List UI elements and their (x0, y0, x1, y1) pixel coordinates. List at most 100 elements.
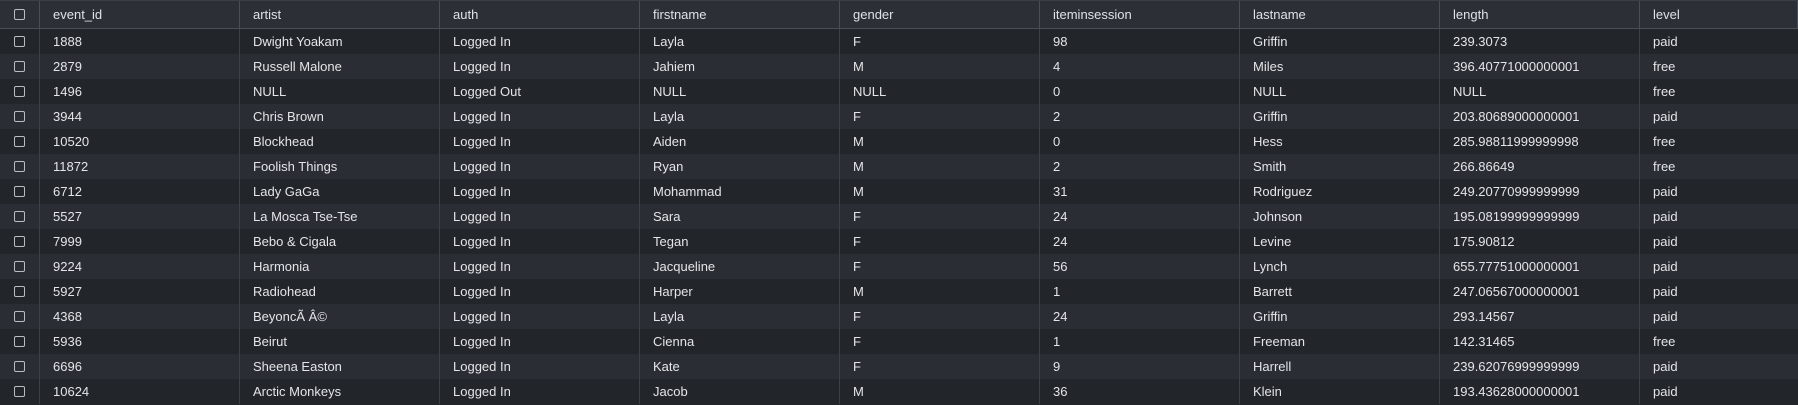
cell-iteminsession[interactable]: 24 (1040, 229, 1240, 254)
table-row[interactable]: 6712 Lady GaGa Logged In Mohammad M 31 Rodrigu… (0, 179, 1798, 204)
cell-iteminsession[interactable]: 1 (1040, 279, 1240, 304)
cell-gender[interactable]: F (840, 329, 1040, 354)
table-row[interactable]: 5527 La Mosca Tse-Tse Logged In Sara F 24 John… (0, 204, 1798, 229)
cell-iteminsession[interactable]: 4 (1040, 54, 1240, 79)
cell-firstname[interactable]: Layla (640, 104, 840, 129)
cell-firstname[interactable]: Kate (640, 354, 840, 379)
cell-lastname[interactable]: Hess (1240, 129, 1440, 154)
column-header-level[interactable]: level (1640, 1, 1798, 28)
cell-auth[interactable]: Logged In (440, 154, 640, 179)
cell-level[interactable]: paid (1640, 229, 1798, 254)
table-row[interactable]: 5927 Radiohead Logged In Harper M 1 Barrett 247… (0, 279, 1798, 304)
cell-length[interactable]: 249.20770999999999 (1440, 179, 1640, 204)
cell-iteminsession[interactable]: 24 (1040, 204, 1240, 229)
cell-artist[interactable]: Foolish Things (240, 154, 440, 179)
table-row[interactable]: 5936 Beirut Logged In Cienna F 1 Freeman 142.31… (0, 329, 1798, 354)
cell-artist[interactable]: Harmonia (240, 254, 440, 279)
cell-firstname[interactable]: Ryan (640, 154, 840, 179)
cell-firstname[interactable]: Jahiem (640, 54, 840, 79)
cell-lastname[interactable]: Griffin (1240, 104, 1440, 129)
cell-artist[interactable]: Arctic Monkeys (240, 379, 440, 404)
cell-event-id[interactable]: 5927 (40, 279, 240, 304)
cell-iteminsession[interactable]: 56 (1040, 254, 1240, 279)
table-row[interactable]: 11872 Foolish Things Logged In Ryan M 2 Smith 2… (0, 154, 1798, 179)
table-row[interactable]: 1888 Dwight Yoakam Logged In Layla F 98 Griffi… (0, 29, 1798, 54)
row-select-checkbox[interactable] (14, 136, 25, 147)
cell-lastname[interactable]: Rodriguez (1240, 179, 1440, 204)
cell-artist[interactable]: Lady GaGa (240, 179, 440, 204)
cell-level[interactable]: paid (1640, 254, 1798, 279)
table-row[interactable]: 1496 NULL Logged Out NULL NULL 0 NULL NULL free (0, 79, 1798, 104)
table-row[interactable]: 10624 Arctic Monkeys Logged In Jacob M 36 Klei… (0, 379, 1798, 404)
cell-gender[interactable]: F (840, 304, 1040, 329)
cell-lastname[interactable]: Lynch (1240, 254, 1440, 279)
row-select-checkbox[interactable] (14, 36, 25, 47)
table-row[interactable]: 2879 Russell Malone Logged In Jahiem M 4 Miles… (0, 54, 1798, 79)
cell-iteminsession[interactable]: 24 (1040, 304, 1240, 329)
cell-iteminsession[interactable]: 98 (1040, 29, 1240, 54)
cell-gender[interactable]: M (840, 154, 1040, 179)
cell-iteminsession[interactable]: 31 (1040, 179, 1240, 204)
row-select-checkbox[interactable] (14, 61, 25, 72)
cell-level[interactable]: paid (1640, 179, 1798, 204)
cell-auth[interactable]: Logged In (440, 254, 640, 279)
cell-gender[interactable]: M (840, 54, 1040, 79)
cell-auth[interactable]: Logged In (440, 29, 640, 54)
cell-firstname[interactable]: Cienna (640, 329, 840, 354)
cell-firstname[interactable]: NULL (640, 79, 840, 104)
cell-level[interactable]: free (1640, 154, 1798, 179)
column-header-event-id[interactable]: event_id (40, 1, 240, 28)
cell-lastname[interactable]: Klein (1240, 379, 1440, 404)
cell-gender[interactable]: F (840, 254, 1040, 279)
table-row[interactable]: 4368 BeyoncÃ Â© Logged In Layla F 24 Griffin 29… (0, 304, 1798, 329)
cell-event-id[interactable]: 6712 (40, 179, 240, 204)
row-select-checkbox[interactable] (14, 361, 25, 372)
cell-level[interactable]: free (1640, 129, 1798, 154)
row-select-checkbox[interactable] (14, 336, 25, 347)
cell-lastname[interactable]: Miles (1240, 54, 1440, 79)
cell-level[interactable]: paid (1640, 304, 1798, 329)
cell-length[interactable]: 239.3073 (1440, 29, 1640, 54)
cell-firstname[interactable]: Jacqueline (640, 254, 840, 279)
cell-level[interactable]: paid (1640, 279, 1798, 304)
cell-lastname[interactable]: Harrell (1240, 354, 1440, 379)
cell-auth[interactable]: Logged In (440, 104, 640, 129)
cell-level[interactable]: paid (1640, 354, 1798, 379)
cell-length[interactable]: NULL (1440, 79, 1640, 104)
cell-artist[interactable]: Sheena Easton (240, 354, 440, 379)
cell-gender[interactable]: NULL (840, 79, 1040, 104)
cell-lastname[interactable]: Barrett (1240, 279, 1440, 304)
column-header-iteminsession[interactable]: iteminsession (1040, 1, 1240, 28)
cell-length[interactable]: 239.62076999999999 (1440, 354, 1640, 379)
cell-firstname[interactable]: Layla (640, 29, 840, 54)
cell-auth[interactable]: Logged In (440, 54, 640, 79)
table-row[interactable]: 9224 Harmonia Logged In Jacqueline F 56 Lynch 6… (0, 254, 1798, 279)
row-select-checkbox[interactable] (14, 286, 25, 297)
column-header-firstname[interactable]: firstname (640, 1, 840, 28)
cell-gender[interactable]: F (840, 204, 1040, 229)
cell-firstname[interactable]: Sara (640, 204, 840, 229)
table-row[interactable]: 10520 Blockhead Logged In Aiden M 0 Hess 285.98… (0, 129, 1798, 154)
cell-auth[interactable]: Logged In (440, 379, 640, 404)
cell-length[interactable]: 293.14567 (1440, 304, 1640, 329)
cell-level[interactable]: free (1640, 54, 1798, 79)
cell-lastname[interactable]: NULL (1240, 79, 1440, 104)
cell-event-id[interactable]: 9224 (40, 254, 240, 279)
cell-lastname[interactable]: Griffin (1240, 304, 1440, 329)
cell-auth[interactable]: Logged In (440, 279, 640, 304)
cell-length[interactable]: 266.86649 (1440, 154, 1640, 179)
cell-gender[interactable]: F (840, 29, 1040, 54)
table-row[interactable]: 7999 Bebo & Cigala Logged In Tegan F 24 Levine… (0, 229, 1798, 254)
table-row[interactable]: 3944 Chris Brown Logged In Layla F 2 Griffin 20… (0, 104, 1798, 129)
cell-event-id[interactable]: 5936 (40, 329, 240, 354)
cell-auth[interactable]: Logged In (440, 179, 640, 204)
column-header-gender[interactable]: gender (840, 1, 1040, 28)
column-header-length[interactable]: length (1440, 1, 1640, 28)
row-select-checkbox[interactable] (14, 111, 25, 122)
cell-firstname[interactable]: Harper (640, 279, 840, 304)
cell-length[interactable]: 142.31465 (1440, 329, 1640, 354)
column-header-artist[interactable]: artist (240, 1, 440, 28)
cell-artist[interactable]: Russell Malone (240, 54, 440, 79)
cell-auth[interactable]: Logged In (440, 304, 640, 329)
cell-length[interactable]: 285.98811999999998 (1440, 129, 1640, 154)
